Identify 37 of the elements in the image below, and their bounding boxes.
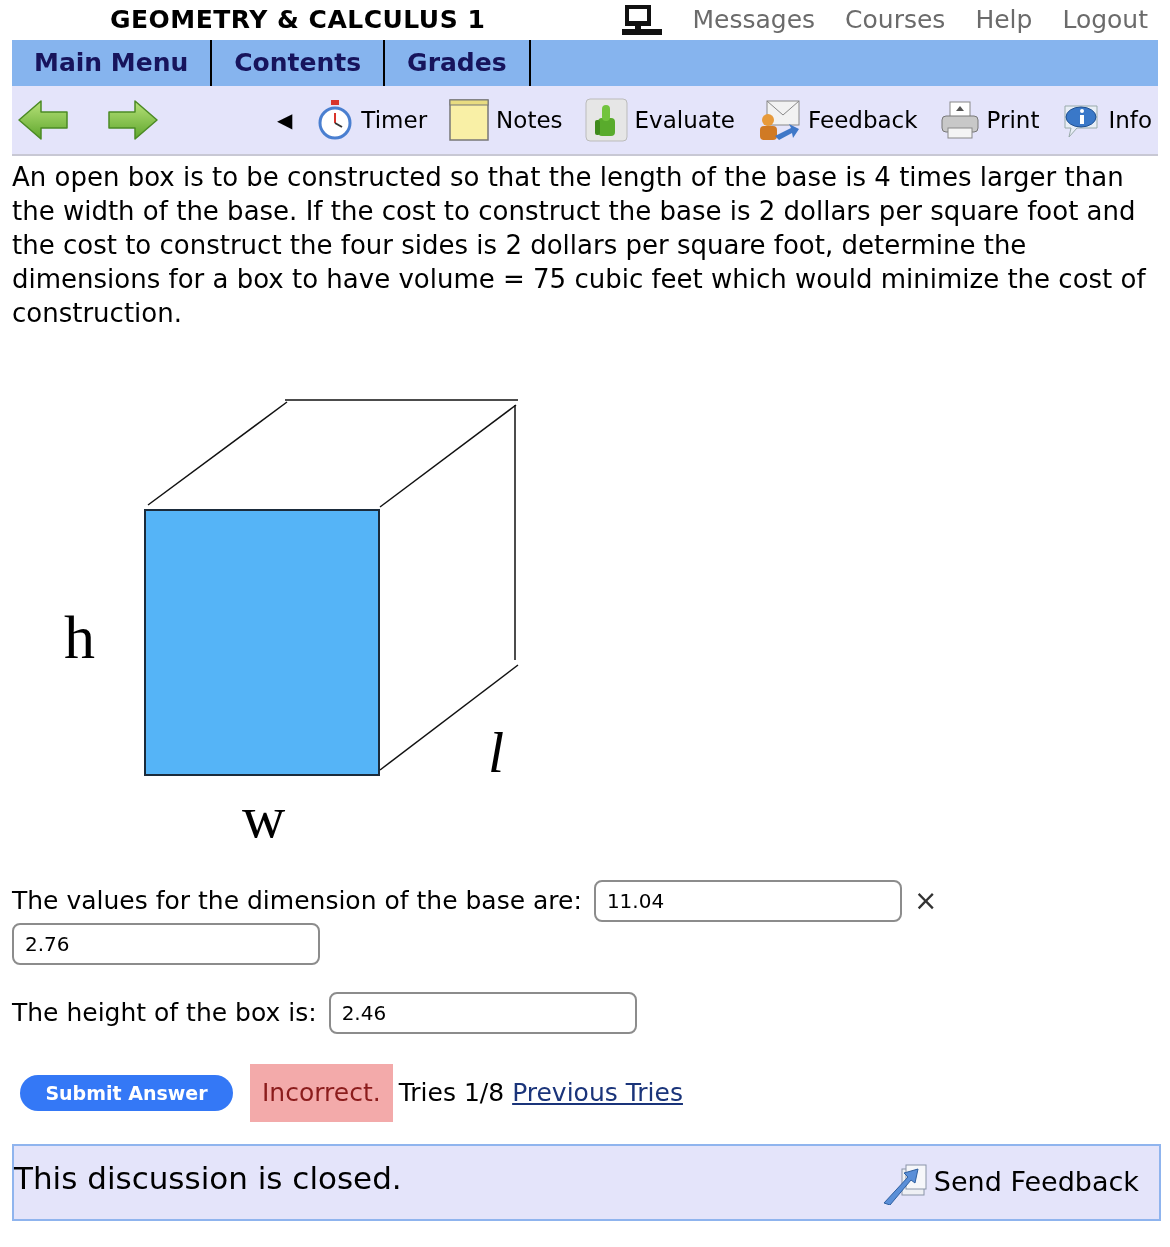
notepad-icon [449, 99, 490, 141]
discussion-closed-message: This discussion is closed. [14, 1159, 402, 1199]
cross-mark: × [913, 883, 938, 919]
width-label: w [242, 784, 286, 850]
answer-field[interactable]: 11.04 [593, 880, 902, 922]
toolbar-button[interactable]: Evaluate [584, 98, 735, 142]
printer-icon [939, 100, 980, 140]
header-link[interactable]: Logout [1062, 1, 1148, 39]
height-label: h [64, 603, 95, 671]
previous-tries-link[interactable]: Previous Tries [512, 1074, 683, 1112]
submit-answer-button[interactable]: Submit Answer [20, 1075, 233, 1111]
tries-count: Tries 1/8 [398, 1077, 505, 1110]
right-arrow-icon [108, 100, 158, 140]
left-arrow-icon [18, 100, 68, 140]
answer-field[interactable]: 2.46 [328, 992, 637, 1034]
header-link[interactable]: Messages [692, 1, 816, 39]
computer-icon [622, 5, 663, 35]
thumbs-up-icon [584, 98, 628, 142]
envelope-people-icon [757, 98, 801, 142]
header-link[interactable]: Help [975, 1, 1033, 39]
answer-prompt: The height of the box is: [12, 997, 317, 1030]
header-link[interactable]: Courses [845, 1, 946, 39]
toolbar-button[interactable]: Feedback [757, 98, 918, 142]
send-feedback-button[interactable]: Send Feedback [881, 1160, 1139, 1205]
previous-button[interactable] [18, 100, 68, 140]
answer-prompt: The values for the dimension of the base are: [12, 885, 582, 918]
question-text: An open box is to be constructed so that the length of the base is 4 times larger than the width of the base. If the cost to construct the base is 2 dollars per square foot and the cost to construct the four sides is 2 dollars per square foot, determine the dimensions for a box to have volume = 75 cubic feet which would minimize the cost of construction. [12, 161, 1148, 330]
toolbar-button[interactable]: Info [1061, 100, 1152, 140]
toolbar-button[interactable]: Notes [449, 99, 563, 141]
length-label: l [488, 720, 505, 785]
toolbar-button[interactable]: Timer [316, 100, 428, 140]
course-title: GEOMETRY & CALCULUS 1 [110, 4, 486, 37]
toolbar-collapse-button[interactable]: ◀ [276, 105, 293, 135]
incorrect-status: Incorrect. [250, 1064, 393, 1122]
next-button[interactable] [108, 100, 158, 140]
toolbar-button[interactable]: Print [939, 100, 1040, 140]
answer-field[interactable]: 2.76 [12, 923, 320, 965]
